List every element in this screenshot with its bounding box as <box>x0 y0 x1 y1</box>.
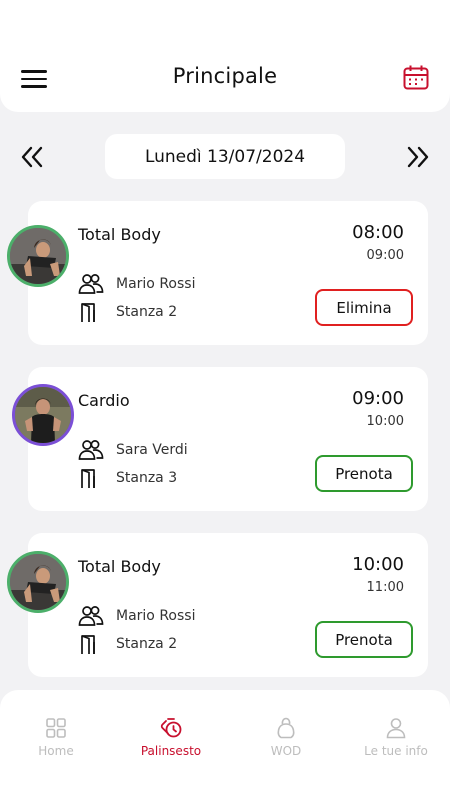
trainer-name: Sara Verdi <box>116 442 188 458</box>
delete-booking-button[interactable]: Elimina <box>315 289 413 326</box>
bottom-tab-bar: Home Palinsesto WOD Le tue info <box>0 690 450 800</box>
calendar-icon[interactable] <box>402 64 430 92</box>
grid-icon <box>44 716 68 740</box>
room-door-icon <box>78 634 104 656</box>
tab-wod[interactable]: WOD <box>230 690 342 770</box>
room-name: Stanza 2 <box>116 304 178 320</box>
app-header: Principale <box>0 0 450 112</box>
lesson-card[interactable]: Cardio 09:00 10:00 Sara Verdi Stanza 3 P… <box>28 367 428 511</box>
page-title: Principale <box>172 64 278 88</box>
lesson-card[interactable]: Total Body 10:00 11:00 Mario Rossi Stanz… <box>28 533 428 677</box>
lesson-name: Total Body <box>78 557 161 576</box>
previous-day-icon[interactable] <box>20 146 44 168</box>
book-lesson-button[interactable]: Prenota <box>315 621 413 658</box>
lesson-end-time: 10:00 <box>366 414 404 429</box>
next-day-icon[interactable] <box>406 146 430 168</box>
kettlebell-icon <box>274 716 298 740</box>
lesson-name: Total Body <box>78 225 161 244</box>
tab-label: WOD <box>270 744 302 758</box>
lesson-start-time: 08:00 <box>352 222 404 243</box>
lesson-name: Cardio <box>78 391 130 410</box>
tab-label: Home <box>38 744 74 758</box>
room-name: Stanza 2 <box>116 636 178 652</box>
calendar-clock-icon <box>159 716 183 740</box>
trainer-avatar <box>12 384 74 446</box>
date-selector: Lunedì 13/07/2024 <box>0 134 450 180</box>
lesson-start-time: 09:00 <box>352 388 404 409</box>
lesson-end-time: 11:00 <box>366 580 404 595</box>
room-door-icon <box>78 468 104 490</box>
tab-home[interactable]: Home <box>0 690 112 770</box>
lesson-start-time: 10:00 <box>352 554 404 575</box>
trainer-name: Mario Rossi <box>116 276 196 292</box>
trainer-name: Mario Rossi <box>116 608 196 624</box>
tab-label: Le tue info <box>364 744 428 758</box>
room-name: Stanza 3 <box>116 470 178 486</box>
current-date[interactable]: Lunedì 13/07/2024 <box>105 134 345 179</box>
trainer-avatar <box>7 551 69 613</box>
lesson-card[interactable]: Total Body 08:00 09:00 Mario Rossi Stanz… <box>28 201 428 345</box>
people-icon <box>78 439 104 461</box>
trainer-avatar <box>7 225 69 287</box>
tab-palinsesto[interactable]: Palinsesto <box>115 690 227 770</box>
tab-le-tue-info[interactable]: Le tue info <box>340 690 450 770</box>
room-door-icon <box>78 302 104 324</box>
user-icon <box>384 716 408 740</box>
people-icon <box>78 273 104 295</box>
book-lesson-button[interactable]: Prenota <box>315 455 413 492</box>
tab-label: Palinsesto <box>140 744 202 758</box>
people-icon <box>78 605 104 627</box>
lesson-end-time: 09:00 <box>366 248 404 263</box>
